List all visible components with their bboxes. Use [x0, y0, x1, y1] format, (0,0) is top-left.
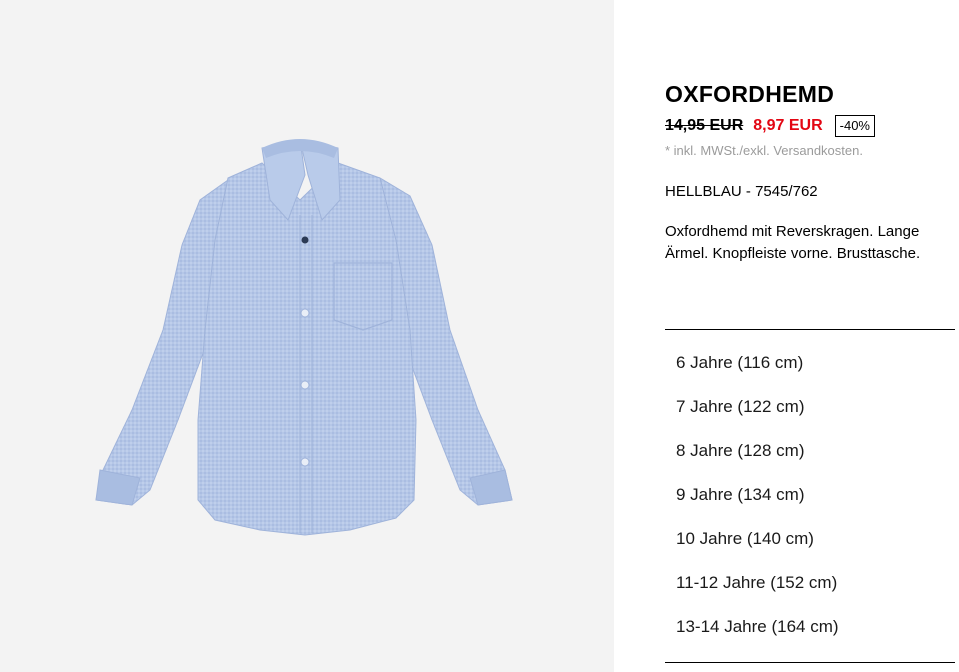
- old-price: 14,95 EUR: [665, 117, 744, 134]
- size-list: 6 Jahre (116 cm) 7 Jahre (122 cm) 8 Jahr…: [665, 341, 955, 649]
- size-option[interactable]: 8 Jahre (128 cm): [665, 429, 955, 473]
- size-option[interactable]: 7 Jahre (122 cm): [665, 385, 955, 429]
- product-reference: 7545/762: [755, 183, 818, 200]
- color-label: HELLBLAU: [665, 183, 742, 200]
- size-option[interactable]: 9 Jahre (134 cm): [665, 473, 955, 517]
- size-option[interactable]: 13-14 Jahre (164 cm): [665, 605, 955, 649]
- discount-badge: -40%: [834, 115, 875, 137]
- price-row: 14,95 EUR 8,97 EUR -40%: [665, 114, 875, 138]
- product-info-panel: OXFORDHEMD 14,95 EUR 8,97 EUR -40% * ink…: [665, 0, 955, 672]
- divider: [665, 329, 955, 330]
- size-option[interactable]: 6 Jahre (116 cm): [665, 341, 955, 385]
- tax-note: * inkl. MWSt./exkl. Versandkosten.: [665, 143, 863, 158]
- product-image[interactable]: [0, 0, 614, 672]
- shirt-icon: [95, 139, 513, 536]
- color-separator: -: [741, 183, 756, 200]
- shipping-costs-link[interactable]: exkl. Versandkosten: [743, 143, 859, 158]
- sale-price: 8,97 EUR: [753, 117, 823, 134]
- tax-note-suffix: .: [859, 143, 863, 158]
- color-reference: HELLBLAU - 7545/762: [665, 183, 818, 200]
- tax-note-prefix: * inkl. MWSt./: [665, 143, 744, 158]
- size-option[interactable]: 11-12 Jahre (152 cm): [665, 561, 955, 605]
- product-title: OXFORDHEMD: [665, 81, 835, 107]
- size-option[interactable]: 10 Jahre (140 cm): [665, 517, 955, 561]
- divider: [665, 662, 955, 663]
- product-description: Oxfordhemd mit Reverskragen. Lange Ärmel…: [665, 223, 921, 262]
